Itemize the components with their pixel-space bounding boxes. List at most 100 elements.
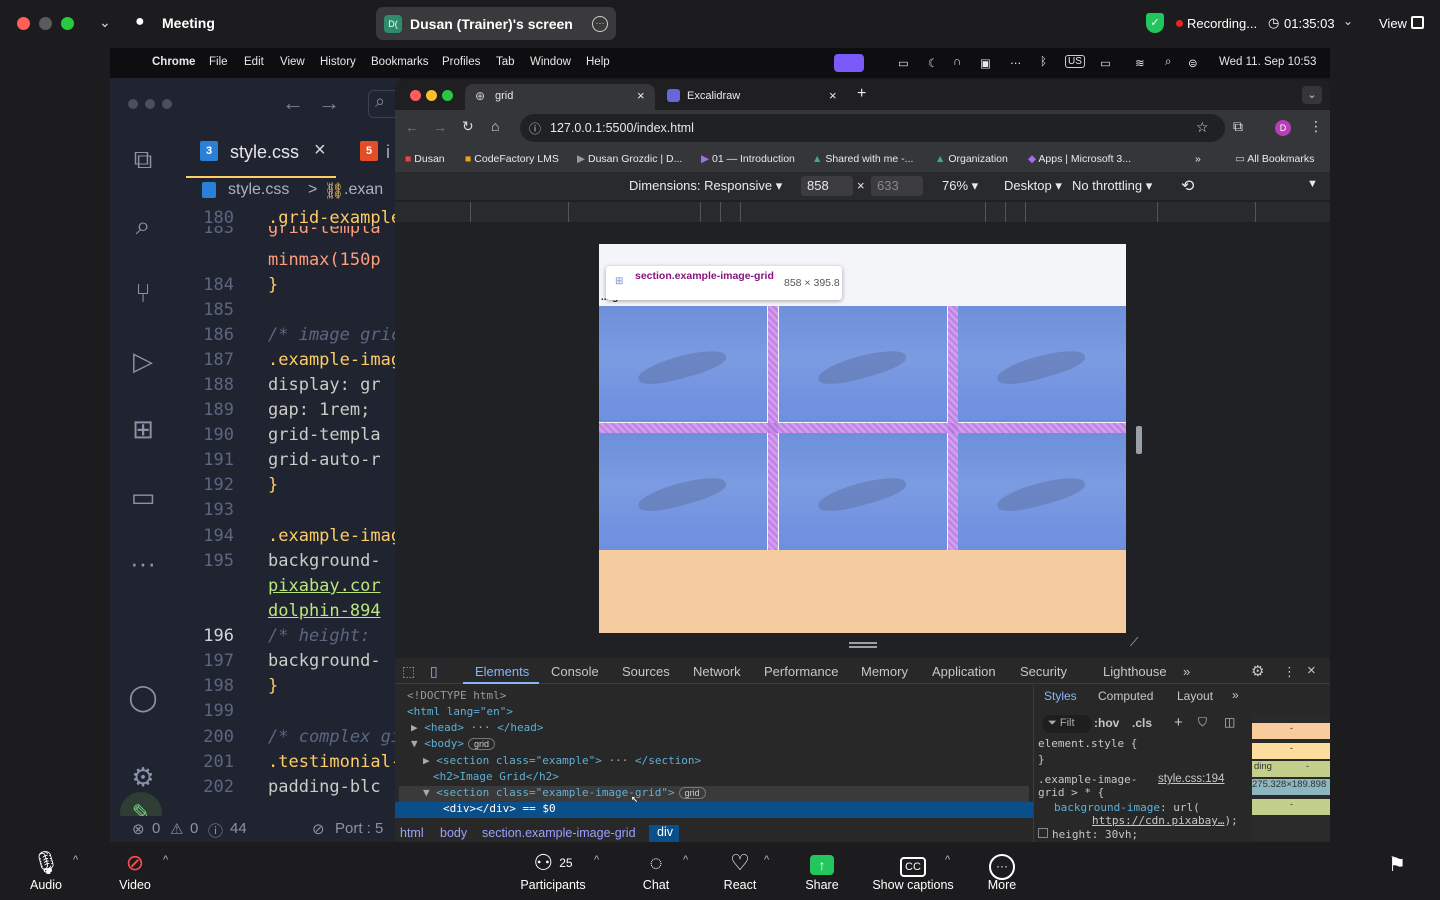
- url-text[interactable]: 127.0.0.1:5500/index.html: [550, 121, 694, 135]
- tab-network[interactable]: Network: [693, 664, 741, 679]
- grid-image-cell[interactable]: [779, 433, 947, 550]
- dom-node-selected[interactable]: <div></div> == $0: [395, 802, 1033, 818]
- height-input[interactable]: 633: [871, 176, 923, 196]
- menu-profiles[interactable]: Profiles: [442, 56, 480, 68]
- explorer-icon[interactable]: ⧉: [126, 142, 160, 176]
- cls-toggle[interactable]: .cls: [1132, 716, 1152, 730]
- maximize-window-button[interactable]: [61, 17, 74, 30]
- bluetooth-icon[interactable]: ᛒ: [1040, 56, 1047, 68]
- new-tab-button[interactable]: +: [857, 85, 866, 103]
- media-query-ruler[interactable]: [395, 202, 1330, 222]
- grid-view-icon[interactable]: [1411, 16, 1424, 29]
- remote-explorer-icon[interactable]: ▭: [126, 480, 160, 514]
- menu-window[interactable]: Window: [530, 56, 571, 68]
- extensions-icon[interactable]: ⊞: [126, 412, 160, 446]
- react-button[interactable]: ♡ React: [718, 842, 762, 900]
- close-tab-icon[interactable]: ×: [637, 88, 645, 103]
- crumb-div[interactable]: div: [649, 825, 679, 842]
- video-options-chevron-icon[interactable]: ^: [163, 854, 168, 866]
- viewport-resize-handle-right[interactable]: [1136, 426, 1142, 454]
- devtools-kebab-icon[interactable]: ⋮: [1283, 664, 1296, 680]
- tab-security[interactable]: Security: [1020, 664, 1067, 679]
- chrome-maximize-button[interactable]: [442, 90, 453, 101]
- tab-search-chevron-icon[interactable]: ⌄: [1302, 86, 1322, 104]
- audio-options-chevron-icon[interactable]: ^: [73, 854, 78, 866]
- captions-chevron-icon[interactable]: ^: [945, 854, 950, 866]
- breadcrumb-symbol[interactable]: .exan: [344, 181, 383, 199]
- tab-memory[interactable]: Memory: [861, 664, 908, 679]
- tab-elements[interactable]: Elements: [475, 664, 529, 679]
- search-icon[interactable]: ⌕: [1165, 56, 1171, 69]
- recording-label[interactable]: Recording...: [1187, 16, 1257, 31]
- chrome-minimize-button[interactable]: [426, 90, 437, 101]
- bookmark-item[interactable]: ▲ Shared with me -...: [812, 153, 913, 165]
- back-arrow-icon[interactable]: ←: [282, 90, 304, 116]
- window-dot[interactable]: [128, 99, 138, 109]
- show-captions-button[interactable]: CC Show captions: [868, 842, 958, 900]
- toggle-sidebar-icon[interactable]: ◫: [1224, 715, 1235, 729]
- hov-toggle[interactable]: :hov: [1094, 716, 1119, 730]
- view-button[interactable]: View: [1379, 16, 1407, 31]
- menu-app-chrome[interactable]: Chrome: [152, 56, 195, 68]
- menu-help[interactable]: Help: [586, 56, 610, 68]
- tab-sources[interactable]: Sources: [622, 664, 670, 679]
- grid-image-cell[interactable]: [958, 306, 1126, 422]
- command-center-search-icon[interactable]: ⌕: [368, 90, 398, 118]
- tab-html[interactable]: 5 i: [346, 128, 400, 178]
- kebab-menu-icon[interactable]: ⋮: [1309, 118, 1323, 135]
- bookmark-item[interactable]: ■ CodeFactory LMS: [465, 153, 559, 165]
- timer-chevron-icon[interactable]: ⌄: [1343, 14, 1353, 28]
- dom-node[interactable]: <html lang="en">: [407, 705, 513, 721]
- close-devtools-icon[interactable]: ×: [1307, 662, 1316, 679]
- info-count[interactable]: 44: [230, 820, 247, 837]
- manage-gear-icon[interactable]: ⚙: [126, 760, 160, 794]
- image-grid[interactable]: [599, 306, 1126, 550]
- bookmark-item[interactable]: ■ Dusan: [405, 153, 445, 165]
- bookmark-star-icon[interactable]: ☆: [1196, 119, 1209, 136]
- site-info-icon[interactable]: ⓘ: [529, 120, 541, 137]
- rendered-page[interactable]: ... ge Grid ⊞ section.example-image-grid…: [599, 244, 1126, 633]
- grid-image-cell[interactable]: [599, 433, 767, 550]
- tab-style-css[interactable]: 3 style.css ×: [186, 128, 336, 178]
- zoom-select[interactable]: 76% ▾: [942, 178, 978, 194]
- menu-edit[interactable]: Edit: [244, 56, 264, 68]
- error-icon[interactable]: ⊗: [132, 820, 145, 838]
- activity-icon[interactable]: ⋯: [1010, 56, 1022, 70]
- crumb-section[interactable]: section.example-image-grid: [482, 826, 636, 840]
- inspect-element-icon[interactable]: ⬚: [402, 663, 415, 680]
- styles-filter-input[interactable]: ⏷ Filt: [1042, 715, 1092, 733]
- address-bar[interactable]: ⓘ 127.0.0.1:5500/index.html ☆: [520, 114, 1225, 142]
- dom-node[interactable]: ▶ <head> ··· </head>: [411, 721, 543, 737]
- layout-tab[interactable]: Layout: [1177, 689, 1213, 703]
- battery-icon[interactable]: ▭: [1100, 56, 1111, 70]
- screen-share-status-icon[interactable]: [834, 54, 864, 72]
- dimensions-select[interactable]: Dimensions: Responsive ▾: [629, 178, 782, 194]
- close-tab-icon[interactable]: ×: [829, 88, 837, 103]
- bookmark-item[interactable]: ◆ Apps | Microsoft 3...: [1028, 153, 1131, 165]
- more-panes-icon[interactable]: »: [1232, 688, 1239, 702]
- bookmarks-overflow-icon[interactable]: »: [1195, 153, 1201, 165]
- headphones-icon[interactable]: ∩: [953, 56, 961, 68]
- screen-share-pill[interactable]: D( Dusan (Trainer)'s screen ···: [376, 7, 616, 40]
- rule-source-link[interactable]: style.css:194: [1158, 773, 1224, 785]
- info-icon[interactable]: ⓘ: [208, 820, 223, 841]
- error-count[interactable]: 0: [152, 820, 160, 837]
- breadcrumb-file[interactable]: style.css: [228, 181, 289, 199]
- chat-button[interactable]: ◌ Chat: [636, 842, 676, 900]
- menu-view[interactable]: View: [280, 56, 305, 68]
- tab-lighthouse[interactable]: Lighthouse: [1103, 664, 1167, 679]
- width-input[interactable]: 858: [801, 176, 853, 196]
- chevron-down-icon[interactable]: ⌄: [99, 14, 111, 31]
- audio-button[interactable]: 🎙 Audio: [26, 842, 66, 900]
- search-icon[interactable]: ⌕: [126, 208, 160, 242]
- chrome-close-button[interactable]: [410, 90, 421, 101]
- more-button[interactable]: ··· More: [982, 842, 1022, 900]
- styles-tab[interactable]: Styles: [1044, 689, 1077, 703]
- back-button[interactable]: ←: [405, 119, 419, 135]
- throttling-select[interactable]: No throttling ▾: [1072, 178, 1152, 194]
- tab-grid[interactable]: ⊕ grid ×: [465, 84, 655, 110]
- home-button[interactable]: ⌂: [491, 118, 499, 134]
- source-control-icon[interactable]: ⑂: [126, 276, 160, 310]
- port-icon[interactable]: ⊘: [312, 820, 325, 838]
- dom-node[interactable]: <h2>Image Grid</h2>: [433, 770, 559, 786]
